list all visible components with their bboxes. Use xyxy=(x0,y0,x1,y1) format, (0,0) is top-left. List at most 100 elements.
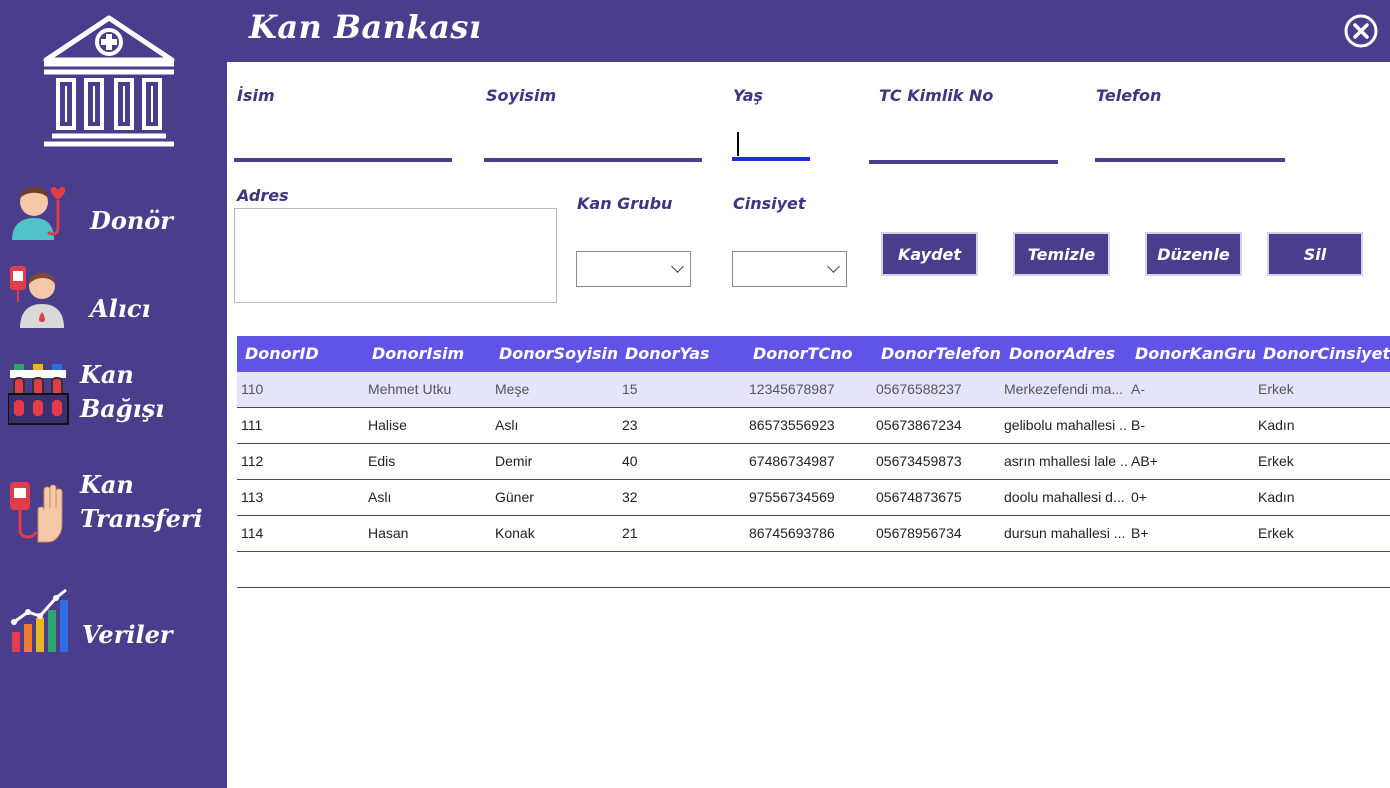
age-label: Yaş xyxy=(733,86,764,105)
cell-name: Hasan xyxy=(368,525,409,541)
nav-blood-transfer-label2: Transferi xyxy=(80,504,203,533)
surname-field[interactable] xyxy=(484,158,702,162)
blood-group-select[interactable] xyxy=(576,251,691,287)
cell-name: Edis xyxy=(368,453,396,469)
nav-data-label: Veriler xyxy=(82,620,173,649)
phone-label: Telefon xyxy=(1096,86,1162,105)
surname-label: Soyisim xyxy=(486,86,557,105)
cell-address: asrın mhallesi lale ... xyxy=(1004,453,1128,469)
cell-tc: 86745693786 xyxy=(749,525,835,541)
gender-select[interactable] xyxy=(732,251,847,287)
nav-recipient-label: Alıcı xyxy=(90,294,151,323)
title-bar: Kan Bankası xyxy=(227,0,1390,62)
cell-gender: Erkek xyxy=(1258,381,1294,397)
cell-id: 113 xyxy=(241,489,264,505)
cell-address: doolu mahallesi d... xyxy=(1004,489,1125,505)
delete-button[interactable]: Sil xyxy=(1267,232,1363,276)
cell-age: 15 xyxy=(622,381,638,397)
nav-donor[interactable]: Donör xyxy=(8,176,227,244)
column-header-gender[interactable]: DonorCinsiyet xyxy=(1263,336,1390,372)
nav-donor-label: Donör xyxy=(90,206,173,235)
cell-tc: 86573556923 xyxy=(749,417,835,433)
address-label: Adres xyxy=(237,186,289,205)
table-row[interactable]: 110 Mehmet Utku Meşe 15 12345678987 0567… xyxy=(237,372,1390,408)
cell-age: 40 xyxy=(622,453,638,469)
phone-field[interactable] xyxy=(1095,158,1285,162)
nav-recipient[interactable]: Alıcı xyxy=(8,262,227,332)
cell-surname: Güner xyxy=(495,489,534,505)
name-field[interactable] xyxy=(234,158,452,162)
chart-icon xyxy=(10,588,70,659)
cell-blood-group: B+ xyxy=(1131,525,1149,541)
donor-table[interactable]: DonorID DonorIsim DonorSoyisim DonorYas … xyxy=(237,336,1390,588)
cell-phone: 05674873675 xyxy=(876,489,962,505)
cell-name: Halise xyxy=(368,417,407,433)
nav-blood-donation[interactable]: Kan Bağışı xyxy=(7,356,227,436)
cell-gender: Kadın xyxy=(1258,417,1295,433)
nav-blood-transfer[interactable]: Kan Transferi xyxy=(8,466,227,550)
cell-age: 21 xyxy=(622,525,638,541)
cell-address: gelibolu mahallesi ... xyxy=(1004,417,1128,433)
cell-gender: Erkek xyxy=(1258,453,1294,469)
cell-tc: 12345678987 xyxy=(749,381,835,397)
cell-tc: 67486734987 xyxy=(749,453,835,469)
close-icon[interactable] xyxy=(1344,14,1378,48)
table-header: DonorID DonorIsim DonorSoyisim DonorYas … xyxy=(237,336,1390,372)
column-header-name[interactable]: DonorIsim xyxy=(372,336,490,372)
cell-phone: 05673459873 xyxy=(876,453,962,469)
gender-label: Cinsiyet xyxy=(733,194,806,213)
table-row[interactable]: 112 Edis Demir 40 67486734987 0567345987… xyxy=(237,444,1390,480)
cell-age: 23 xyxy=(622,417,638,433)
cell-name: Aslı xyxy=(368,489,392,505)
hospital-logo-icon xyxy=(40,12,178,152)
column-header-phone[interactable]: DonorTelefon xyxy=(881,336,1007,372)
text-cursor xyxy=(737,132,739,156)
app-title: Kan Bankası xyxy=(249,8,482,46)
cell-blood-group: B- xyxy=(1131,417,1145,433)
cell-phone: 05678956734 xyxy=(876,525,962,541)
column-header-tc[interactable]: DonorTCno xyxy=(753,336,871,372)
cell-tc: 97556734569 xyxy=(749,489,835,505)
cell-address: dursun mahallesi ... xyxy=(1004,525,1126,541)
blood-group-label: Kan Grubu xyxy=(577,194,673,213)
table-row[interactable]: 111 Halise Aslı 23 86573556923 056738672… xyxy=(237,408,1390,444)
tc-field[interactable] xyxy=(869,160,1058,164)
cell-gender: Erkek xyxy=(1258,525,1294,541)
column-header-age[interactable]: DonorYas xyxy=(625,336,743,372)
address-textarea[interactable] xyxy=(234,208,557,303)
cell-phone: 05673867234 xyxy=(876,417,962,433)
column-header-id[interactable]: DonorID xyxy=(245,336,363,372)
chevron-down-icon xyxy=(827,260,840,273)
nav-blood-donation-label: Kan xyxy=(80,360,134,389)
tc-label: TC Kimlik No xyxy=(879,86,994,105)
cell-id: 112 xyxy=(241,453,264,469)
column-header-surname[interactable]: DonorSoyisim xyxy=(499,336,617,372)
cell-id: 110 xyxy=(241,381,264,397)
cell-blood-group: AB+ xyxy=(1131,453,1158,469)
save-button[interactable]: Kaydet xyxy=(881,232,978,276)
cell-surname: Aslı xyxy=(495,417,519,433)
edit-button[interactable]: Düzenle xyxy=(1145,232,1242,276)
table-row[interactable]: 113 Aslı Güner 32 97556734569 0567487367… xyxy=(237,480,1390,516)
cell-id: 114 xyxy=(241,525,264,541)
cell-phone: 05676588237 xyxy=(876,381,962,397)
cell-blood-group: A- xyxy=(1131,381,1145,397)
recipient-icon xyxy=(8,262,70,335)
cell-surname: Meşe xyxy=(495,381,530,397)
age-field[interactable] xyxy=(732,157,810,161)
column-header-blood-group[interactable]: DonorKanGrubu xyxy=(1135,336,1255,372)
blood-tubes-icon xyxy=(7,364,70,433)
name-label: İsim xyxy=(237,86,275,105)
nav-data[interactable]: Veriler xyxy=(8,588,227,658)
table-row[interactable]: 114 Hasan Konak 21 86745693786 056789567… xyxy=(237,516,1390,552)
cell-id: 111 xyxy=(241,417,263,433)
cell-age: 32 xyxy=(622,489,638,505)
cell-address: Merkezefendi ma... xyxy=(1004,381,1124,397)
column-header-address[interactable]: DonorAdres xyxy=(1009,336,1127,372)
clear-button[interactable]: Temizle xyxy=(1013,232,1110,276)
sidebar: Donör Alıcı Kan Bağışı Kan Transferi Ver… xyxy=(0,0,227,788)
donor-icon xyxy=(8,176,70,247)
table-row-new[interactable] xyxy=(237,552,1390,588)
cell-surname: Konak xyxy=(495,525,535,541)
cell-blood-group: 0+ xyxy=(1131,489,1147,505)
